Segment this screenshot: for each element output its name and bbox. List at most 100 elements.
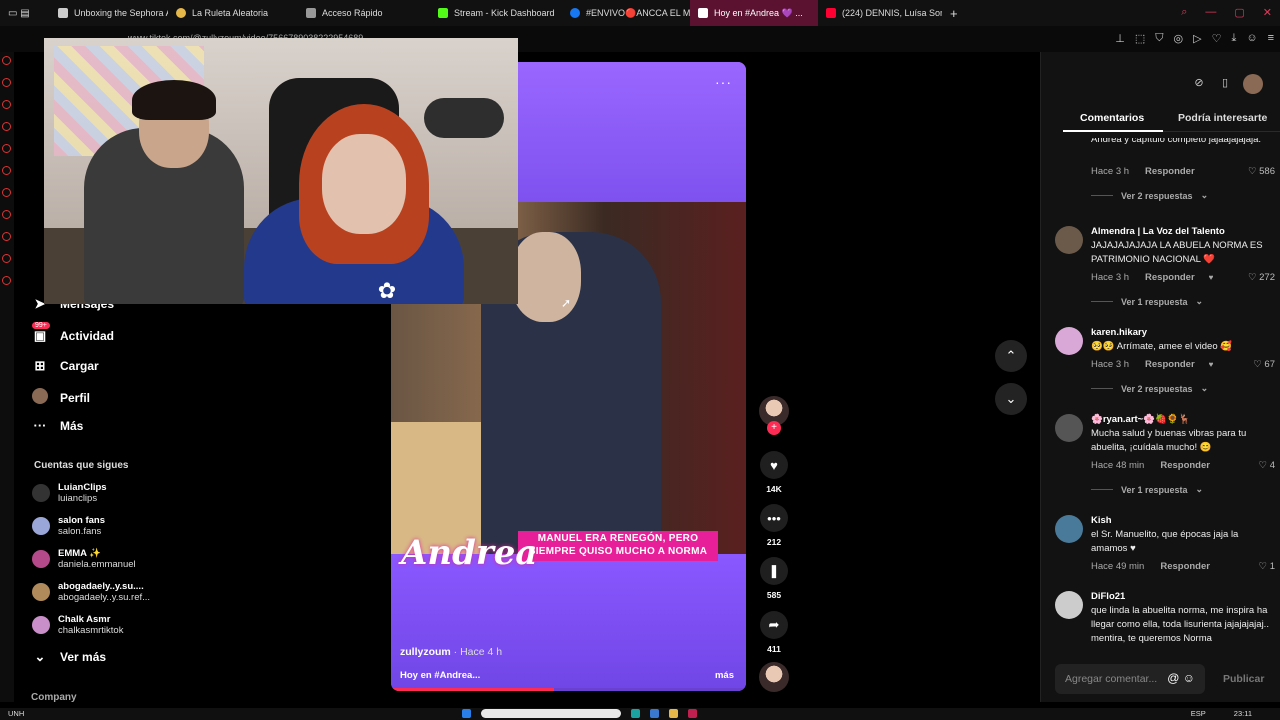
save-button[interactable]: ❚ 585 xyxy=(756,557,792,600)
nav-item-more[interactable]: ··· Más xyxy=(32,418,84,433)
nav-item-activity[interactable]: ▣ Actividad xyxy=(32,328,114,344)
next-video-button[interactable]: ⌄ xyxy=(995,383,1027,415)
follow-plus-icon[interactable]: + xyxy=(767,421,781,435)
following-account[interactable]: Chalk Asmr chalkasmrtiktok xyxy=(32,614,123,636)
avatar[interactable] xyxy=(1055,414,1083,442)
rail-icon[interactable] xyxy=(2,144,11,153)
previous-video-button[interactable]: ⌃ xyxy=(995,340,1027,372)
browser-tab-2[interactable]: Acceso Rápido xyxy=(298,0,430,26)
following-account[interactable]: EMMA ✨ daniela.emmanuel xyxy=(32,548,136,570)
avatar[interactable] xyxy=(1055,515,1083,543)
compass-icon[interactable]: ⊘ xyxy=(1191,76,1207,92)
view-replies-button[interactable]: Ver 2 respuestas ⌄ xyxy=(1091,190,1275,201)
comment-button[interactable]: ••• 212 xyxy=(756,504,792,547)
following-account[interactable]: LuianClips luianclips xyxy=(32,482,107,504)
more-horizontal-icon[interactable]: ··· xyxy=(715,74,732,90)
more-link[interactable]: más xyxy=(715,670,734,681)
avatar[interactable] xyxy=(1055,226,1083,254)
following-account[interactable]: abogadaely..y.su.... abogadaely..y.su.ref… xyxy=(32,581,150,603)
nav-item-profile[interactable]: Perfil xyxy=(32,388,90,407)
taskbar-app-icon[interactable] xyxy=(650,709,659,718)
browser-tab-5-active[interactable]: Hoy en #Andrea 💜 ... xyxy=(690,0,818,26)
post-button[interactable]: Publicar xyxy=(1223,673,1264,685)
language-indicator[interactable]: ESP xyxy=(1191,709,1206,718)
tab-comments[interactable]: Comentarios xyxy=(1080,112,1144,124)
vpn-icon[interactable]: ◎ xyxy=(1174,32,1184,45)
avatar[interactable] xyxy=(1055,591,1083,619)
comment-user[interactable]: Kish xyxy=(1091,515,1275,527)
clock[interactable]: 23:11 xyxy=(1234,709,1252,718)
account-icon[interactable]: ☺ xyxy=(1246,32,1257,45)
tab-label: La Ruleta Aleatoria xyxy=(192,8,269,18)
minimize-icon[interactable]: — xyxy=(1205,6,1216,19)
rail-icon[interactable] xyxy=(2,188,11,197)
video-author[interactable]: zullyzoum · Hace 4 h xyxy=(400,646,502,658)
reply-button[interactable]: Responder xyxy=(1160,561,1210,572)
windows-start-icon[interactable] xyxy=(462,709,471,718)
view-replies-button[interactable]: Ver 1 respuesta ⌄ xyxy=(1091,296,1275,307)
phone-icon[interactable]: ▯ xyxy=(1217,76,1233,92)
creator-avatar-button[interactable]: + xyxy=(756,396,792,435)
avatar[interactable] xyxy=(1243,74,1263,94)
rail-icon[interactable] xyxy=(2,254,11,263)
comment-input[interactable]: Agregar comentar... @ ☺ xyxy=(1055,664,1205,694)
rail-icon[interactable] xyxy=(2,232,11,241)
rail-icon[interactable] xyxy=(2,122,11,131)
rail-icon[interactable] xyxy=(2,210,11,219)
browser-tab-6[interactable]: (224) DENNIS, Luísa Sonz xyxy=(818,0,942,26)
rail-icon[interactable] xyxy=(2,78,11,87)
maximize-icon[interactable]: ▢ xyxy=(1234,6,1244,19)
video-progress-bar[interactable] xyxy=(391,688,746,691)
company-link[interactable]: Company xyxy=(31,692,77,703)
like-count[interactable]: ♡ 67 xyxy=(1253,359,1275,370)
reply-button[interactable]: Responder xyxy=(1145,166,1195,177)
like-button[interactable]: ♥ 14K xyxy=(756,451,792,494)
share-button[interactable]: ➦ 411 xyxy=(756,611,792,654)
reply-button[interactable]: Responder xyxy=(1145,272,1195,283)
download-icon[interactable]: ⤓ xyxy=(1231,32,1236,45)
taskbar-app-icon[interactable] xyxy=(631,709,640,718)
new-tab-button[interactable]: + xyxy=(942,0,966,26)
rail-icon[interactable] xyxy=(2,100,11,109)
rail-icon[interactable] xyxy=(2,56,11,65)
tab-menu[interactable]: ▭ ▤ xyxy=(0,0,50,26)
avatar[interactable] xyxy=(1055,327,1083,355)
mention-emoji-icons[interactable]: @ ☺ xyxy=(1167,671,1195,685)
shield-icon[interactable]: ⛉ xyxy=(1155,32,1163,45)
video-description[interactable]: Hoy en #Andrea... xyxy=(400,670,480,681)
pin-icon[interactable]: ⊥ xyxy=(1115,32,1125,45)
taskbar-app-icon[interactable] xyxy=(688,709,697,718)
taskbar-app-icon[interactable] xyxy=(669,709,678,718)
comment-user[interactable]: 🌸ryan.art~🌸🍓🌻🦌 xyxy=(1091,414,1275,426)
tab-interesting[interactable]: Podría interesarte xyxy=(1178,112,1267,124)
reply-button[interactable]: Responder xyxy=(1160,460,1210,471)
play-icon[interactable]: ▷ xyxy=(1193,32,1201,45)
view-replies-button[interactable]: Ver 1 respuesta ⌄ xyxy=(1091,484,1275,495)
view-replies-button[interactable]: Ver 2 respuestas ⌄ xyxy=(1091,383,1275,394)
browser-tab-3[interactable]: Stream - Kick Dashboard xyxy=(430,0,562,26)
close-icon[interactable]: ✕ xyxy=(1263,6,1272,19)
like-count[interactable]: ♡ 1 xyxy=(1259,561,1275,572)
browser-tab-4[interactable]: #ENVIVO🔴ANCCA EL M xyxy=(562,0,690,26)
heart-icon[interactable]: ♡ xyxy=(1212,32,1222,45)
browser-tab-1[interactable]: La Ruleta Aleatoria xyxy=(168,0,298,26)
sound-avatar-button[interactable] xyxy=(756,662,792,692)
like-count[interactable]: ♡ 272 xyxy=(1248,272,1275,283)
browser-tab-0[interactable]: Unboxing the Sephora Ad xyxy=(50,0,168,26)
rail-icon[interactable] xyxy=(2,166,11,175)
rail-icon[interactable] xyxy=(2,276,11,285)
nav-item-upload[interactable]: ⊞ Cargar xyxy=(32,358,99,374)
following-account[interactable]: salon fans salon.fans xyxy=(32,515,105,537)
comment-user[interactable]: karen.hikary xyxy=(1091,327,1275,339)
comment-user[interactable]: Almendra | La Voz del Talento xyxy=(1091,226,1275,238)
screenshot-icon[interactable]: ⬚ xyxy=(1135,32,1145,45)
author-name[interactable]: zullyzoum xyxy=(400,646,451,658)
like-count[interactable]: ♡ 586 xyxy=(1248,166,1275,177)
see-more-button[interactable]: ⌄ Ver más xyxy=(32,649,107,665)
search-tabs-icon[interactable]: ⌕ xyxy=(1181,6,1187,19)
reply-button[interactable]: Responder xyxy=(1145,359,1195,370)
like-count[interactable]: ♡ 4 xyxy=(1259,460,1275,471)
taskbar-search[interactable] xyxy=(481,709,621,718)
comment-user[interactable]: DiFlo21 xyxy=(1091,591,1275,603)
menu-icon[interactable]: ≡ xyxy=(1268,32,1274,45)
